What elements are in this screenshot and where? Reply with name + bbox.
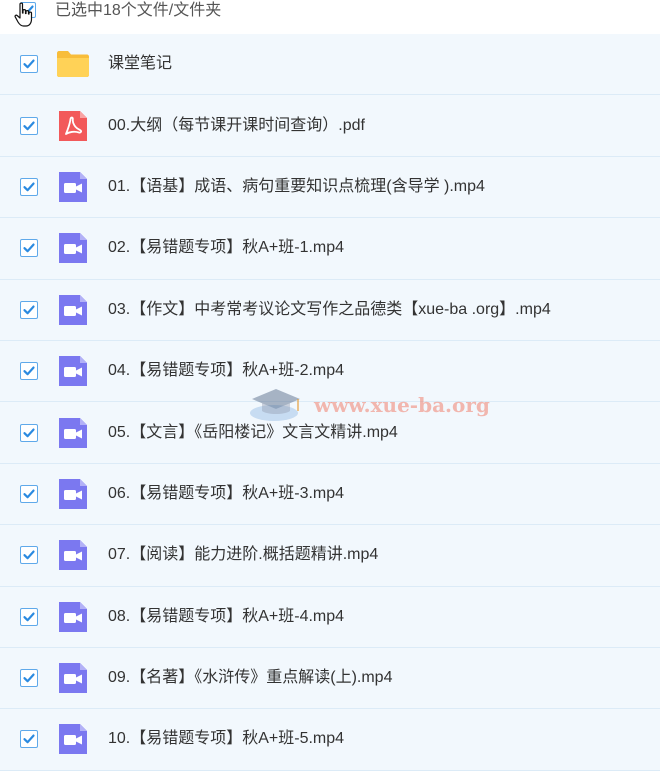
checkmark-icon	[23, 59, 35, 69]
file-row[interactable]: 06.【易错题专项】秋A+班-3.mp4	[0, 463, 660, 526]
selection-header: 已选中18个文件/文件夹	[0, 0, 660, 34]
file-name[interactable]: 08.【易错题专项】秋A+班-4.mp4	[108, 607, 344, 627]
file-name[interactable]: 02.【易错题专项】秋A+班-1.mp4	[108, 238, 344, 258]
checkmark-icon	[23, 489, 35, 499]
file-row[interactable]: 02.【易错题专项】秋A+班-1.mp4	[0, 218, 660, 280]
file-checkbox[interactable]	[20, 546, 38, 565]
video-icon	[56, 416, 90, 450]
file-checkbox[interactable]	[20, 239, 38, 258]
file-checkbox[interactable]	[20, 607, 38, 626]
file-checkbox[interactable]	[20, 362, 38, 381]
file-row[interactable]: 00.大纲（每节课开课时间查询）.pdf	[0, 95, 660, 157]
file-name[interactable]: 05.【文言】《岳阳楼记》文言文精讲.mp4	[108, 423, 398, 443]
file-row[interactable]: 03.【作文】中考常考议论文写作之品德类【xue-ba .org】.mp4	[0, 279, 660, 341]
video-icon	[56, 170, 90, 204]
file-checkbox[interactable]	[20, 55, 38, 74]
file-checkbox[interactable]	[20, 423, 38, 442]
video-icon	[56, 477, 90, 511]
file-name[interactable]: 04.【易错题专项】秋A+班-2.mp4	[108, 361, 344, 381]
file-name[interactable]: 06.【易错题专项】秋A+班-3.mp4	[108, 484, 344, 504]
file-row[interactable]: 课堂笔记	[0, 34, 660, 96]
pdf-icon	[56, 109, 90, 143]
checkmark-icon	[23, 182, 35, 192]
file-row[interactable]: 05.【文言】《岳阳楼记》文言文精讲.mp4	[0, 402, 660, 464]
file-name[interactable]: 00.大纲（每节课开课时间查询）.pdf	[108, 116, 365, 136]
checkmark-icon	[23, 121, 35, 130]
checkmark-icon	[23, 428, 35, 437]
file-checkbox[interactable]	[20, 484, 38, 503]
checkmark-icon	[23, 612, 35, 622]
file-row[interactable]: 09.【名著】《水浒传》重点解读(上).mp4	[0, 647, 660, 710]
file-checkbox[interactable]	[20, 300, 38, 319]
file-name[interactable]: 09.【名著】《水浒传》重点解读(上).mp4	[108, 668, 392, 688]
checkmark-icon	[23, 366, 35, 376]
checkmark-icon	[23, 243, 35, 253]
file-row[interactable]: 08.【易错题专项】秋A+班-4.mp4	[0, 586, 660, 648]
folder-icon	[56, 47, 90, 81]
file-row[interactable]: 07.【阅读】能力进阶.概括题精讲.mp4	[0, 525, 660, 587]
file-row[interactable]: 10.【易错题专项】秋A+班-5.mp4	[0, 709, 660, 771]
file-name[interactable]: 07.【阅读】能力进阶.概括题精讲.mp4	[108, 545, 378, 565]
hand-cursor-icon	[14, 2, 33, 27]
file-name[interactable]: 课堂笔记	[108, 54, 172, 74]
video-icon	[56, 538, 90, 572]
file-list: 课堂笔记 00.大纲（每节课开课时间查询）.pdf 01.【语基】成语、病句重要知识…	[0, 34, 660, 771]
checkmark-icon	[23, 673, 35, 683]
video-icon	[56, 354, 90, 388]
video-icon	[56, 661, 90, 695]
file-name[interactable]: 03.【作文】中考常考议论文写作之品德类【xue-ba .org】.mp4	[108, 300, 551, 320]
file-checkbox[interactable]	[20, 177, 38, 196]
checkmark-icon	[23, 550, 35, 560]
video-icon	[56, 293, 90, 327]
checkmark-icon	[23, 305, 35, 315]
file-name[interactable]: 10.【易错题专项】秋A+班-5.mp4	[108, 729, 344, 749]
file-checkbox[interactable]	[20, 669, 38, 688]
file-row[interactable]: 04.【易错题专项】秋A+班-2.mp4	[0, 340, 660, 403]
video-icon	[56, 600, 90, 634]
video-icon	[56, 231, 90, 265]
file-name[interactable]: 01.【语基】成语、病句重要知识点梳理(含导学 ).mp4	[108, 177, 485, 197]
file-checkbox[interactable]	[20, 116, 38, 135]
checkmark-icon	[23, 734, 35, 744]
video-icon	[56, 722, 90, 756]
file-row[interactable]: 01.【语基】成语、病句重要知识点梳理(含导学 ).mp4	[0, 156, 660, 219]
file-checkbox[interactable]	[20, 730, 38, 749]
selection-count-text: 已选中18个文件/文件夹	[55, 2, 222, 19]
